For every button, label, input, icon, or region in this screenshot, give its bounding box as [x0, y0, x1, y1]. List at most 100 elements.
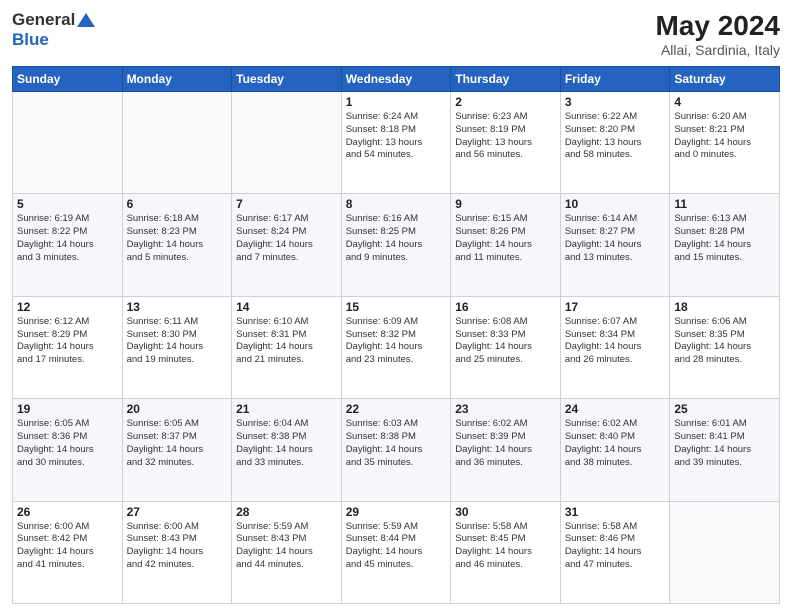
- day-info-line: Sunrise: 6:13 AM: [674, 213, 775, 226]
- table-row: [670, 501, 780, 603]
- day-info-line: and 46 minutes.: [455, 559, 556, 572]
- day-info-line: Sunset: 8:31 PM: [236, 329, 337, 342]
- table-row: 12 Sunrise: 6:12 AMSunset: 8:29 PMDayligh…: [13, 296, 123, 398]
- day-info-line: Daylight: 14 hours: [346, 341, 447, 354]
- table-row: [122, 92, 232, 194]
- calendar-week-row: 1Sunrise: 6:24 AMSunset: 8:18 PMDaylight…: [13, 92, 780, 194]
- day-info-line: Sunrise: 6:06 AM: [674, 316, 775, 329]
- day-info-line: and 39 minutes.: [674, 457, 775, 470]
- calendar-week-row: 19Sunrise: 6:05 AMSunset: 8:36 PMDayligh…: [13, 399, 780, 501]
- day-info-line: Daylight: 14 hours: [674, 341, 775, 354]
- day-info-line: and 45 minutes.: [346, 559, 447, 572]
- day-info-line: Sunrise: 6:18 AM: [127, 213, 228, 226]
- day-info-line: and 21 minutes.: [236, 354, 337, 367]
- table-row: 17Sunrise: 6:07 AMSunset: 8:34 PMDayligh…: [560, 296, 670, 398]
- table-row: 22Sunrise: 6:03 AMSunset: 8:38 PMDayligh…: [341, 399, 451, 501]
- col-sunday: Sunday: [13, 67, 123, 92]
- day-number: 21: [236, 402, 337, 416]
- day-info-line: and 32 minutes.: [127, 457, 228, 470]
- day-info-line: Sunset: 8:39 PM: [455, 431, 556, 444]
- day-info-line: Daylight: 14 hours: [346, 546, 447, 559]
- day-number: 29: [346, 505, 447, 519]
- table-row: 7Sunrise: 6:17 AMSunset: 8:24 PMDaylight…: [232, 194, 342, 296]
- logo-general-text: General: [12, 10, 75, 30]
- table-row: 18Sunrise: 6:06 AMSunset: 8:35 PMDayligh…: [670, 296, 780, 398]
- day-info-line: Sunrise: 6:23 AM: [455, 111, 556, 124]
- day-info-line: Sunset: 8:43 PM: [236, 533, 337, 546]
- table-row: [232, 92, 342, 194]
- day-info-line: Sunrise: 6:15 AM: [455, 213, 556, 226]
- day-info-line: Sunset: 8:45 PM: [455, 533, 556, 546]
- logo-icon: [77, 13, 95, 27]
- day-info-line: Sunset: 8:20 PM: [565, 124, 666, 137]
- day-info-line: Sunrise: 6:01 AM: [674, 418, 775, 431]
- day-info-line: Sunrise: 6:19 AM: [17, 213, 118, 226]
- day-info-line: and 3 minutes.: [17, 252, 118, 265]
- calendar-header-row: Sunday Monday Tuesday Wednesday Thursday…: [13, 67, 780, 92]
- table-row: [13, 92, 123, 194]
- day-info-line: Daylight: 14 hours: [236, 546, 337, 559]
- day-number: 2: [455, 95, 556, 109]
- table-row: 23Sunrise: 6:02 AMSunset: 8:39 PMDayligh…: [451, 399, 561, 501]
- table-row: 24Sunrise: 6:02 AMSunset: 8:40 PMDayligh…: [560, 399, 670, 501]
- day-number: 17: [565, 300, 666, 314]
- day-info-line: Sunset: 8:41 PM: [674, 431, 775, 444]
- day-info-line: Sunset: 8:40 PM: [565, 431, 666, 444]
- day-number: 9: [455, 197, 556, 211]
- day-info-line: and 7 minutes.: [236, 252, 337, 265]
- day-number: 14: [236, 300, 337, 314]
- day-number: 28: [236, 505, 337, 519]
- col-saturday: Saturday: [670, 67, 780, 92]
- day-number: 12: [17, 300, 118, 314]
- day-number: 11: [674, 197, 775, 211]
- col-monday: Monday: [122, 67, 232, 92]
- day-info: Sunrise: 6:12 AMSunset: 8:29 PMDaylight:…: [17, 316, 118, 367]
- day-number: 19: [17, 402, 118, 416]
- day-info: Sunrise: 6:09 AMSunset: 8:32 PMDaylight:…: [346, 316, 447, 367]
- day-info-line: and 28 minutes.: [674, 354, 775, 367]
- day-info-line: Sunset: 8:44 PM: [346, 533, 447, 546]
- day-info-line: Sunset: 8:38 PM: [346, 431, 447, 444]
- day-info-line: Daylight: 14 hours: [565, 444, 666, 457]
- day-info-line: and 15 minutes.: [674, 252, 775, 265]
- day-info-line: Sunrise: 6:10 AM: [236, 316, 337, 329]
- table-row: 8Sunrise: 6:16 AMSunset: 8:25 PMDaylight…: [341, 194, 451, 296]
- day-info: Sunrise: 6:03 AMSunset: 8:38 PMDaylight:…: [346, 418, 447, 469]
- day-info-line: Sunset: 8:34 PM: [565, 329, 666, 342]
- day-info-line: and 30 minutes.: [17, 457, 118, 470]
- day-info-line: Sunset: 8:18 PM: [346, 124, 447, 137]
- day-info: Sunrise: 6:16 AMSunset: 8:25 PMDaylight:…: [346, 213, 447, 264]
- day-info-line: Sunset: 8:22 PM: [17, 226, 118, 239]
- day-info-line: and 5 minutes.: [127, 252, 228, 265]
- table-row: 2Sunrise: 6:23 AMSunset: 8:19 PMDaylight…: [451, 92, 561, 194]
- day-info-line: and 56 minutes.: [455, 149, 556, 162]
- day-info-line: Daylight: 14 hours: [236, 239, 337, 252]
- day-info: Sunrise: 6:08 AMSunset: 8:33 PMDaylight:…: [455, 316, 556, 367]
- day-info-line: Sunset: 8:37 PM: [127, 431, 228, 444]
- table-row: 9Sunrise: 6:15 AMSunset: 8:26 PMDaylight…: [451, 194, 561, 296]
- day-info-line: and 44 minutes.: [236, 559, 337, 572]
- col-thursday: Thursday: [451, 67, 561, 92]
- day-info-line: and 19 minutes.: [127, 354, 228, 367]
- table-row: 19Sunrise: 6:05 AMSunset: 8:36 PMDayligh…: [13, 399, 123, 501]
- day-info-line: Daylight: 14 hours: [674, 137, 775, 150]
- day-info-line: Sunset: 8:35 PM: [674, 329, 775, 342]
- day-info-line: Daylight: 14 hours: [565, 239, 666, 252]
- day-number: 30: [455, 505, 556, 519]
- logo-blue-text: Blue: [12, 30, 95, 50]
- table-row: 1Sunrise: 6:24 AMSunset: 8:18 PMDaylight…: [341, 92, 451, 194]
- day-number: 13: [127, 300, 228, 314]
- calendar-week-row: 5Sunrise: 6:19 AMSunset: 8:22 PMDaylight…: [13, 194, 780, 296]
- day-info-line: Sunset: 8:21 PM: [674, 124, 775, 137]
- day-number: 25: [674, 402, 775, 416]
- day-info-line: and 17 minutes.: [17, 354, 118, 367]
- day-number: 24: [565, 402, 666, 416]
- day-info: Sunrise: 6:04 AMSunset: 8:38 PMDaylight:…: [236, 418, 337, 469]
- day-info-line: Sunset: 8:38 PM: [236, 431, 337, 444]
- table-row: 20Sunrise: 6:05 AMSunset: 8:37 PMDayligh…: [122, 399, 232, 501]
- logo: General Blue: [12, 10, 95, 49]
- day-info-line: and 13 minutes.: [565, 252, 666, 265]
- table-row: 15Sunrise: 6:09 AMSunset: 8:32 PMDayligh…: [341, 296, 451, 398]
- title-block: May 2024 Allai, Sardinia, Italy: [655, 10, 780, 58]
- day-info-line: Daylight: 14 hours: [127, 546, 228, 559]
